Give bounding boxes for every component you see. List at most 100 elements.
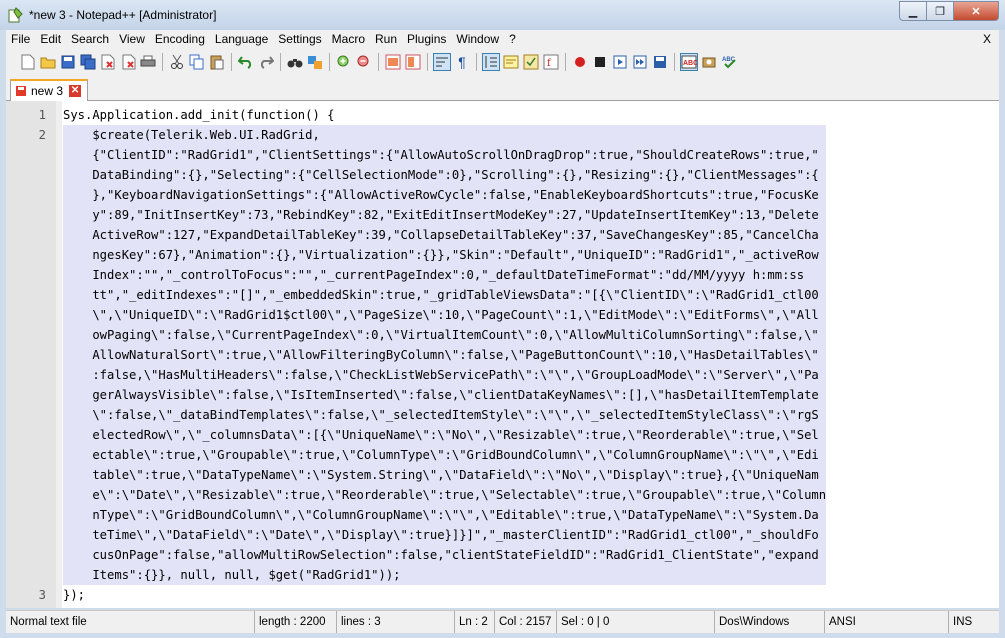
menu-run[interactable]: Run <box>370 30 402 49</box>
code-text: electedRow\",\"_columnsData\":[{\"Unique… <box>63 428 819 442</box>
code-line[interactable]: table\":true,\"DataTypeName\":\"System.S… <box>63 465 827 485</box>
find-icon[interactable] <box>287 54 303 70</box>
code-line[interactable]: 1 Sys.Application.add_init(function() { <box>39 105 826 125</box>
save-all-icon[interactable] <box>80 54 96 70</box>
copy-icon[interactable] <box>189 54 205 70</box>
zoom-out-icon[interactable] <box>356 54 372 70</box>
code-line[interactable]: 2 $create(Telerik.Web.UI.RadGrid, <box>39 125 827 145</box>
word-wrap-icon[interactable] <box>433 53 451 71</box>
code-text: cusOnPage":false,"allowMultiRowSelection… <box>63 548 819 562</box>
record-macro-icon[interactable] <box>572 54 588 70</box>
notepad-plus-plus-icon <box>8 7 23 23</box>
play-macro-icon[interactable] <box>612 54 628 70</box>
code-text: Items":{}}, null, null, $get("RadGrid1")… <box>63 568 401 582</box>
close-all-icon[interactable] <box>120 54 136 70</box>
code-line[interactable]: ngesKey":67},"Animation":{},"Virtualizat… <box>63 245 827 265</box>
code-line[interactable]: tt","_editIndexes":"[]","_embeddedSkin":… <box>63 285 827 305</box>
save-icon[interactable] <box>60 54 76 70</box>
minimize-button[interactable]: ▁ <box>899 1 927 21</box>
cut-icon[interactable] <box>169 54 185 70</box>
document-map-icon[interactable] <box>523 54 539 70</box>
menu-encoding[interactable]: Encoding <box>150 30 210 49</box>
stop-macro-icon[interactable] <box>592 54 608 70</box>
code-line[interactable]: \":false,\"_dataBindTemplates\":false,\"… <box>63 405 827 425</box>
tab-new-3[interactable]: new 3 ✕ <box>10 79 88 101</box>
close-window-button[interactable]: ✕ <box>954 1 999 21</box>
toolbar-separator <box>476 53 477 71</box>
code-line[interactable]: y":89,"InitInsertKey":73,"RebindKey":82,… <box>63 205 827 225</box>
status-length: length : 2200 <box>254 611 336 633</box>
maximize-button[interactable]: ❐ <box>927 1 954 21</box>
code-line[interactable]: teTime\",\"DataField\":\"Date\",\"Displa… <box>63 525 827 545</box>
user-defined-language-icon[interactable] <box>503 54 519 70</box>
line-number: 2 <box>38 128 46 142</box>
code-area[interactable]: 1 Sys.Application.add_init(function() {2 … <box>39 105 827 605</box>
sync-vertical-icon[interactable] <box>385 54 401 70</box>
code-line[interactable]: owPaging\":false,\"CurrentPageIndex\":0,… <box>63 325 827 345</box>
show-all-characters-icon[interactable]: ¶ <box>454 54 470 70</box>
close-file-icon[interactable] <box>100 54 116 70</box>
function-list-icon[interactable]: f <box>543 54 559 70</box>
menu-settings[interactable]: Settings <box>273 30 326 49</box>
abc-check-icon[interactable]: ABC <box>721 54 737 70</box>
code-text: teTime\",\"DataField\":\"Date\",\"Displa… <box>63 528 819 542</box>
tab-close-icon[interactable]: ✕ <box>69 85 82 97</box>
menu-view[interactable]: View <box>114 30 150 49</box>
code-line[interactable]: 3}); <box>39 585 826 605</box>
code-text: y":89,"InitInsertKey":73,"RebindKey":82,… <box>63 208 819 222</box>
code-text: e\":\"Date\",\"Resizable\":true,\"Reorde… <box>63 488 827 502</box>
line-number: 1 <box>38 108 46 122</box>
toolbar-separator <box>378 53 379 71</box>
code-line[interactable]: {"ClientID":"RadGrid1","ClientSettings":… <box>63 145 827 165</box>
code-line[interactable]: },"KeyboardNavigationSettings":{"AllowAc… <box>63 185 827 205</box>
menu-plugins[interactable]: Plugins <box>402 30 451 49</box>
menu-window[interactable]: Window <box>451 30 504 49</box>
minimize-icon: ▁ <box>908 5 918 18</box>
paste-icon[interactable] <box>209 54 225 70</box>
open-folder-icon[interactable] <box>40 54 56 70</box>
code-line[interactable]: :false,\"HasMultiHeaders\":false,\"Check… <box>63 365 827 385</box>
toolbar-separator <box>674 53 675 71</box>
code-text: tt","_editIndexes":"[]","_embeddedSkin":… <box>63 288 819 302</box>
menu-help[interactable]: ? <box>504 30 521 49</box>
print-icon[interactable] <box>140 54 156 70</box>
toolbar: ¶ f ABC ABC <box>6 49 999 75</box>
code-text: }); <box>63 588 86 602</box>
menu-edit[interactable]: Edit <box>35 30 66 49</box>
undo-icon[interactable] <box>238 54 254 70</box>
editor[interactable]: 1 Sys.Application.add_init(function() {2 … <box>6 101 999 608</box>
code-line[interactable]: ActiveRow":127,"ExpandDetailTableKey":39… <box>63 225 827 245</box>
code-line[interactable]: gerAlwaysVisible\":false,\"IsItemInserte… <box>63 385 827 405</box>
code-line[interactable]: \",\"UniqueID\":\"RadGrid1$ctl00\",\"Pag… <box>63 305 827 325</box>
code-text: :false,\"HasMultiHeaders\":false,\"Check… <box>63 368 819 382</box>
new-file-icon[interactable] <box>20 54 36 70</box>
code-line[interactable]: cusOnPage":false,"allowMultiRowSelection… <box>63 545 827 565</box>
code-text: ectable\":true,\"Groupable\":true,\"Colu… <box>63 448 819 462</box>
status-bar: Normal text file length : 2200 lines : 3… <box>6 610 999 633</box>
code-line[interactable]: Index":"","_controlToFocus":"","_current… <box>63 265 827 285</box>
redo-icon[interactable] <box>258 54 274 70</box>
sync-horizontal-icon[interactable] <box>405 54 421 70</box>
code-text: \":false,\"_dataBindTemplates\":false,\"… <box>63 408 819 422</box>
code-line[interactable]: ectable\":true,\"Groupable\":true,\"Colu… <box>63 445 827 465</box>
run-macro-multiple-icon[interactable] <box>632 54 648 70</box>
replace-icon[interactable] <box>307 54 323 70</box>
spell-check-icon[interactable]: ABC <box>680 53 698 71</box>
code-line[interactable]: AllowNaturalSort\":true,\"AllowFiltering… <box>63 345 827 365</box>
spell-settings-icon[interactable] <box>701 54 717 70</box>
code-line[interactable]: nType\":\"GridBoundColumn\",\"ColumnGrou… <box>63 505 827 525</box>
menu-search[interactable]: Search <box>66 30 114 49</box>
menu-file[interactable]: File <box>6 30 35 49</box>
fold-margin <box>56 101 62 608</box>
code-line[interactable]: DataBinding":{},"Selecting":{"CellSelect… <box>63 165 827 185</box>
save-macro-icon[interactable] <box>652 54 668 70</box>
menu-macro[interactable]: Macro <box>327 30 370 49</box>
close-document-button[interactable]: X <box>983 30 991 49</box>
status-lines: lines : 3 <box>336 611 454 633</box>
zoom-in-icon[interactable] <box>336 54 352 70</box>
code-line[interactable]: Items":{}}, null, null, $get("RadGrid1")… <box>63 565 827 585</box>
menu-language[interactable]: Language <box>210 30 273 49</box>
indent-guide-icon[interactable] <box>482 53 500 71</box>
code-line[interactable]: e\":\"Date\",\"Resizable\":true,\"Reorde… <box>63 485 827 505</box>
code-line[interactable]: electedRow\",\"_columnsData\":[{\"Unique… <box>63 425 827 445</box>
